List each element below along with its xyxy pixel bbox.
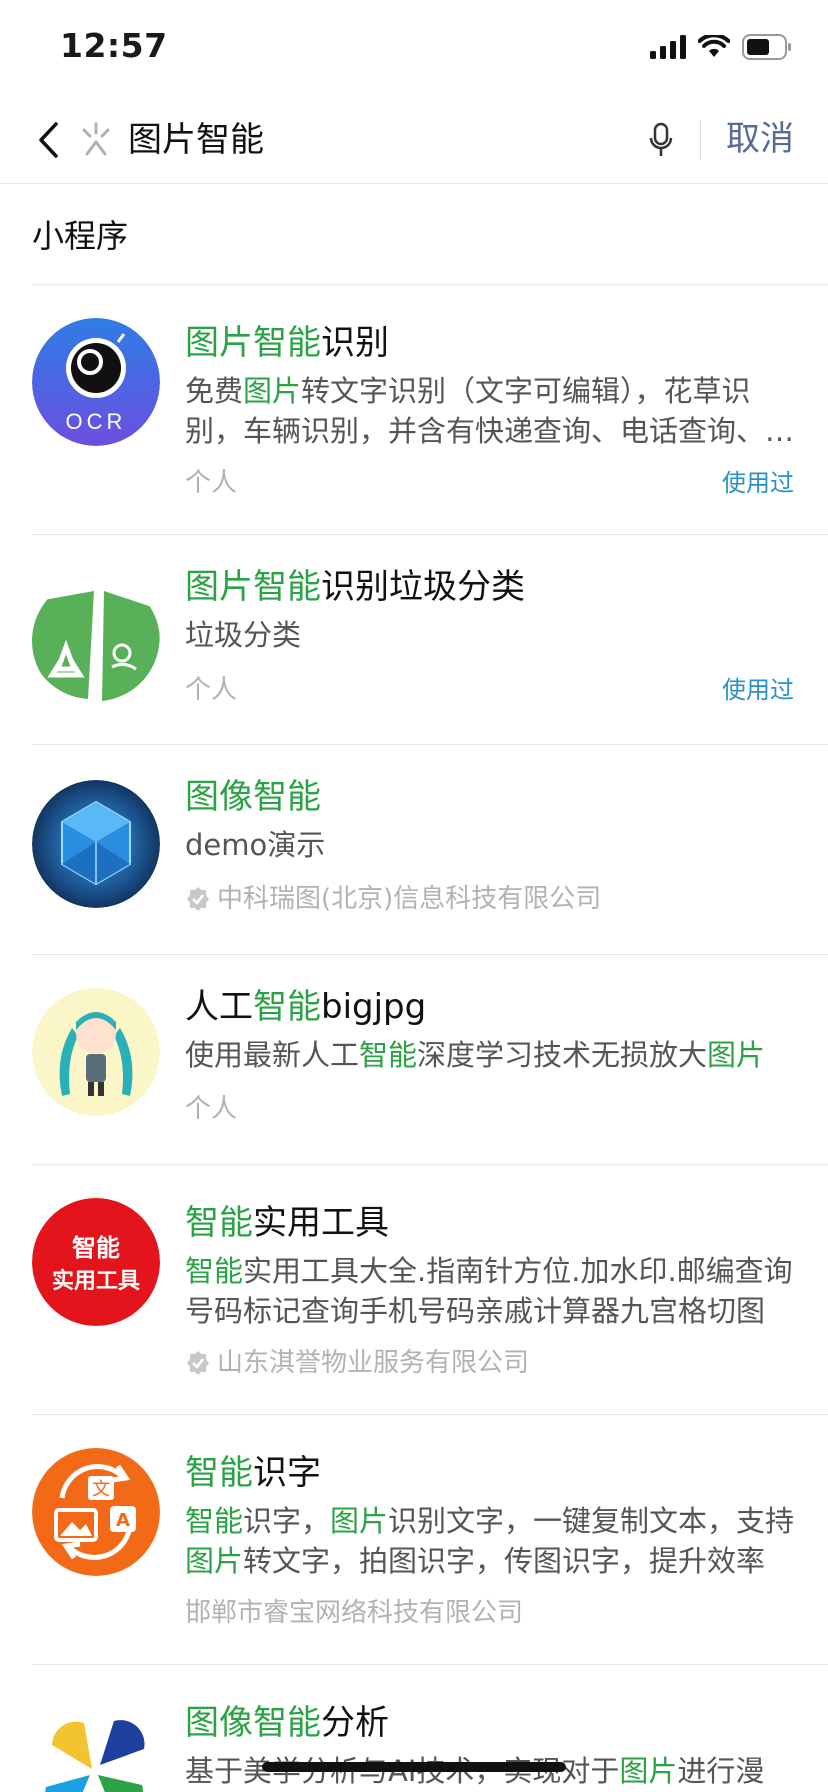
list-item[interactable]: 人工智能bigjpg 使用最新人工智能深度学习技术无损放大图片 个人 (0, 955, 828, 1165)
icon-text: 智能 (72, 1234, 120, 1262)
status-icons (650, 34, 792, 60)
icon-text: OCR (66, 409, 127, 434)
result-meta: 中科瑞图(北京)信息科技有限公司 (185, 881, 601, 917)
home-indicator[interactable] (262, 1762, 566, 1772)
search-input[interactable]: 图片智能 (128, 116, 264, 164)
list-item[interactable]: 智能 实用工具 智能实用工具 智能实用工具大全.指南针方位.加水印.邮编查询号码… (0, 1165, 828, 1415)
result-meta: 个人 (185, 675, 238, 705)
app-icon-anime (32, 988, 160, 1116)
result-description: 智能识字，图片识别文字，一键复制文本，支持图片转文字，拍图识字，传图识字，提升效… (185, 1504, 795, 1578)
result-title: 图片智能识别 (185, 323, 389, 363)
result-title: 智能实用工具 (185, 1203, 389, 1243)
signal-icon (650, 35, 686, 59)
result-description: 垃圾分类 (185, 618, 302, 652)
app-icon-recycle (32, 577, 160, 705)
back-button[interactable] (28, 116, 68, 164)
result-description: 智能实用工具大全.指南针方位.加水印.邮编查询号码标记查询手机号码亲戚计算器九宫… (185, 1254, 793, 1328)
app-icon-tools: 智能 实用工具 (32, 1198, 160, 1326)
app-icon-translate: 文 A (32, 1448, 160, 1576)
battery-icon (742, 34, 791, 60)
result-meta: 山东淇誉物业服务有限公司 (185, 1345, 529, 1381)
icon-text: A (116, 1510, 130, 1531)
result-description: demo演示 (185, 828, 326, 862)
result-description: 免费图片转文字识别（文字可编辑），花草识别，车辆识别，并含有快递查询、电话查询、… (185, 374, 795, 448)
verified-icon (187, 1351, 209, 1375)
used-badge: 使用过 (722, 469, 794, 497)
result-meta: 个人 (185, 1094, 238, 1124)
app-icon-petals (32, 1705, 160, 1792)
result-title: 图像智能 (185, 777, 321, 817)
result-title: 图片智能识别垃圾分类 (185, 567, 525, 607)
result-title: 图像智能分析 (185, 1703, 389, 1743)
app-icon-gem (32, 780, 160, 908)
status-time: 12:57 (60, 26, 168, 65)
list-item[interactable]: 图片智能识别垃圾分类 垃圾分类 个人 使用过 (0, 535, 828, 745)
verified-icon (187, 887, 209, 911)
wifi-icon (698, 35, 730, 57)
microphone-icon[interactable] (646, 118, 676, 162)
result-company: 中科瑞图(北京)信息科技有限公司 (217, 884, 602, 914)
search-bar: 图片智能 取消 (0, 96, 828, 184)
divider (700, 120, 701, 160)
cancel-button[interactable]: 取消 (726, 114, 794, 164)
app-icon-ocr: OCR (32, 318, 160, 446)
result-title: 智能识字 (185, 1453, 321, 1493)
list-item[interactable]: 图像智能 demo演示 中科瑞图(北京)信息科技有限公司 (0, 745, 828, 955)
result-company: 山东淇誉物业服务有限公司 (217, 1348, 530, 1378)
list-item[interactable]: 图像智能分析 基于美学分析与AI技术，实现对于图片进行漫 (0, 1665, 828, 1792)
result-meta: 个人 (185, 468, 238, 498)
chevron-left-icon (39, 122, 58, 158)
status-bar: 12:57 (0, 0, 828, 96)
list-item[interactable]: 文 A 智能识字 智能识字，图片识别文字，一键复制文本，支持图片转文字，拍图识字… (0, 1415, 828, 1665)
icon-text: 文 (92, 1479, 110, 1500)
section-title: 小程序 (32, 217, 129, 255)
used-badge: 使用过 (722, 676, 794, 704)
icon-text: 实用工具 (52, 1268, 140, 1294)
list-item[interactable]: OCR 图片智能识别 免费图片转文字识别（文字可编辑），花草识别，车辆识别，并含… (0, 285, 828, 535)
result-meta: 邯郸市睿宝网络科技有限公司 (185, 1598, 524, 1628)
result-description: 使用最新人工智能深度学习技术无损放大图片 (185, 1038, 766, 1072)
loading-spinner-icon (82, 122, 110, 156)
result-title: 人工智能bigjpg (185, 987, 427, 1027)
